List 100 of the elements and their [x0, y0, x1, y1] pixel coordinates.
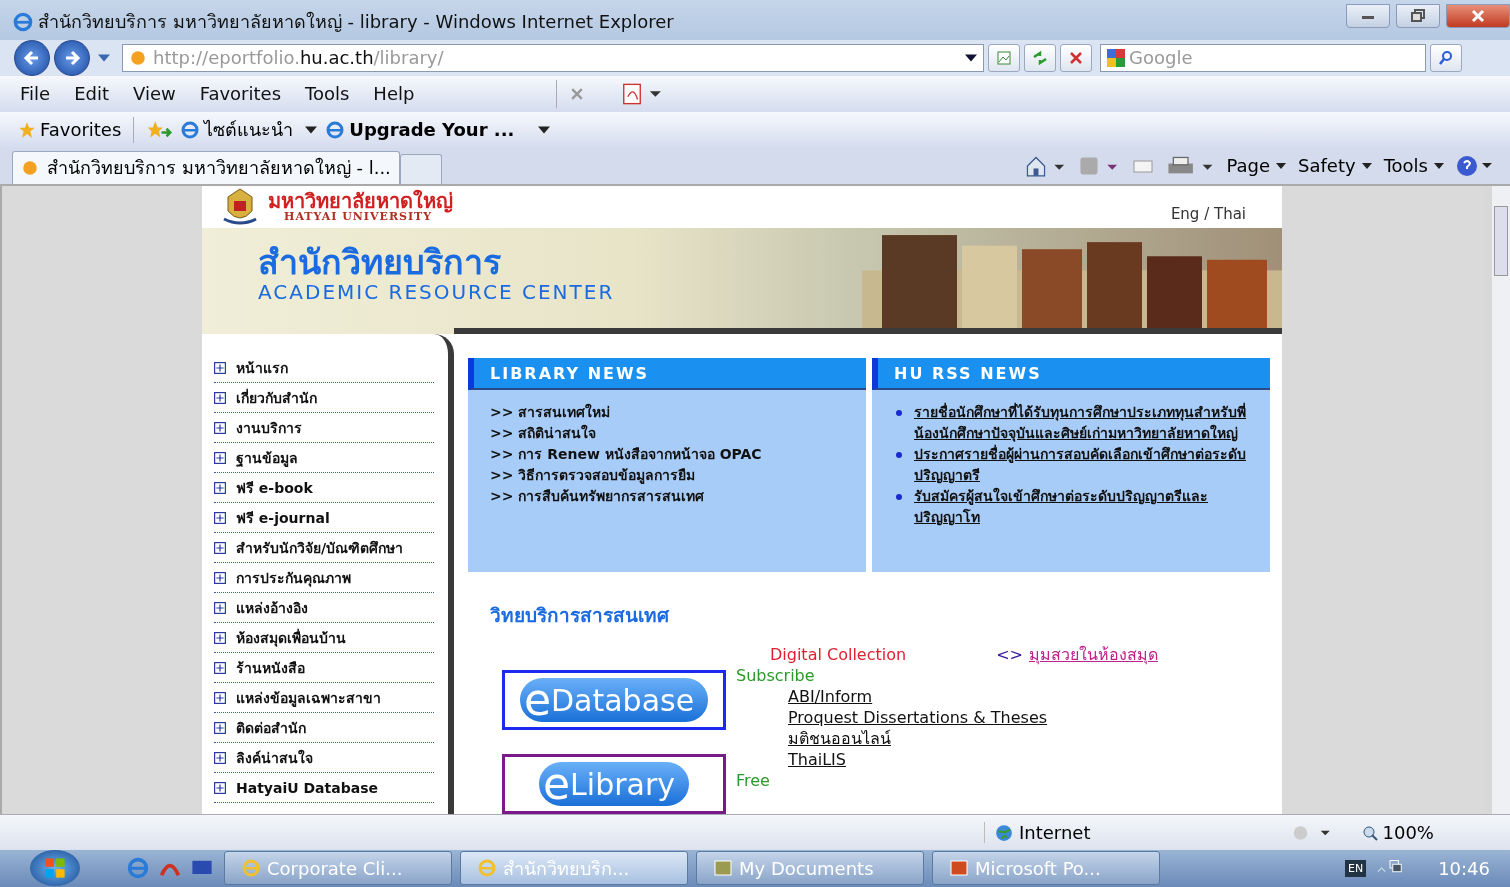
news-link[interactable]: >> การ Renew หนังสือจากหน้าจอ OPAC: [490, 444, 850, 466]
caret-icon: [305, 125, 318, 134]
favorites-bar-link[interactable]: ไซต์แนะนำ: [180, 115, 318, 145]
link-marker: <>: [996, 644, 1023, 666]
database-link[interactable]: ThaiLIS: [788, 749, 1158, 771]
news-link[interactable]: >> สารสนเทศใหม่: [490, 402, 850, 424]
compatibility-button[interactable]: [988, 43, 1020, 72]
collection-heading: Digital Collection: [770, 644, 907, 666]
plus-box-icon: [214, 722, 226, 735]
zone-indicator: Internet: [984, 822, 1091, 843]
search-icon: [1438, 49, 1454, 66]
sidebar-link[interactable]: ร้านหนังสือ: [214, 654, 434, 684]
search-field[interactable]: Google: [1100, 43, 1426, 72]
menu-item[interactable]: Help: [373, 83, 415, 105]
plus-box-icon: [214, 572, 226, 585]
site-icon: [129, 48, 147, 67]
plus-box-icon: [214, 542, 226, 555]
sidebar-link[interactable]: ติดต่อสำนัก: [214, 714, 434, 744]
magnifier-icon: [1362, 824, 1379, 841]
plus-box-icon: [214, 782, 226, 795]
sidebar-link[interactable]: แหล่งอ้างอิง: [214, 594, 434, 624]
close-button[interactable]: [1446, 4, 1510, 28]
database-link[interactable]: ABI/Inform: [788, 686, 1158, 708]
star-icon: [18, 120, 36, 139]
browser-e-icon: [241, 858, 261, 879]
menu-item[interactable]: File: [20, 83, 51, 105]
globe-icon: [995, 823, 1013, 842]
command-menu-button[interactable]: Page: [1226, 155, 1287, 177]
plus-box-icon: [214, 692, 226, 705]
plus-box-icon: [214, 512, 226, 525]
database-link[interactable]: มติชนออนไลน์: [788, 728, 1158, 750]
section-title: วิทยบริการสารสนเทศ: [490, 603, 671, 629]
forward-button[interactable]: [54, 39, 90, 76]
refresh-button[interactable]: [1024, 43, 1056, 72]
menu-item[interactable]: Favorites: [199, 83, 281, 105]
news-link[interactable]: รายชื่อนักศึกษาที่ได้รับทุนการศึกษาประเภททุนสำหรับพี่น้องนักศึกษาปัจจุบันและศิษย์เก่ามหาวิทยาลัยหาดใหญ่: [914, 402, 1254, 445]
zoom-button[interactable]: 100%: [1362, 822, 1434, 843]
command-menu-button[interactable]: Tools: [1383, 155, 1444, 177]
window-title: สำนักวิทยบริการ มหาวิทยาลัยหาดใหญ่ - library - Windows Internet Explorer: [38, 10, 674, 35]
browser-e-icon: [12, 10, 34, 33]
sidebar-link[interactable]: งานบริการ: [214, 414, 434, 444]
close-icon[interactable]: [571, 87, 584, 100]
minimize-button[interactable]: [1346, 4, 1390, 28]
bullet-icon: [896, 494, 902, 501]
sidebar-link[interactable]: การประกันคุณภาพ: [214, 564, 434, 594]
sidebar-link[interactable]: ห้องสมุดเพื่อนบ้าน: [214, 624, 434, 654]
add-favorite-icon[interactable]: [146, 119, 173, 140]
search-input[interactable]: Google: [1127, 46, 1401, 70]
dropdown-arrow-icon[interactable]: [965, 53, 977, 62]
search-provider-icon: [1105, 48, 1127, 67]
favorites-button[interactable]: Favorites: [18, 119, 122, 141]
news-link[interactable]: รับสมัครผู้สนใจเข้าศึกษาต่อระดับปริญญาตรีและปริญญาโท: [914, 486, 1254, 529]
plus-box-icon: [214, 362, 226, 375]
sidebar-link[interactable]: หน้าแรก: [214, 354, 434, 384]
address-field[interactable]: http://eportfolio.hu.ac.th/library/: [122, 43, 984, 72]
language-switch-link[interactable]: Eng / Thai: [1170, 204, 1246, 223]
menu-item[interactable]: View: [133, 83, 176, 105]
menu-item[interactable]: Edit: [74, 83, 109, 105]
plus-box-icon: [214, 452, 226, 465]
news-link[interactable]: >> วิธีการตรวจสอบข้อมูลการยืม: [490, 465, 850, 487]
university-name-thai: มหาวิทยาลัยหาดใหญ่: [268, 191, 453, 212]
stop-button[interactable]: [1060, 43, 1092, 72]
browser-tab[interactable]: สำนักวิทยบริการ มหาวิทยาลัยหาดใหญ่ - l...: [12, 150, 400, 184]
sidebar-link[interactable]: ฐานข้อมูล: [214, 444, 434, 474]
browser-e-icon: [477, 858, 497, 879]
database-link[interactable]: Proquest Dissertations & Theses: [788, 707, 1158, 729]
favorites-bar-link[interactable]: Upgrade Your ...: [325, 119, 551, 141]
bullet-icon: [896, 452, 902, 459]
news-link[interactable]: >> สถิติน่าสนใจ: [490, 423, 850, 445]
command-menu-button[interactable]: Safety: [1298, 155, 1372, 177]
sidebar-link[interactable]: ลิงค์น่าสนใจ: [214, 744, 434, 774]
sidebar-link[interactable]: ฟรี e-book: [214, 474, 434, 504]
restore-button[interactable]: [1396, 4, 1440, 28]
sidebar-link[interactable]: แหล่งข้อมูลเฉพาะสาขา: [214, 684, 434, 714]
corner-link[interactable]: มุมสวยในห้องสมุด: [1028, 644, 1158, 666]
sidebar-link[interactable]: HatyaiU Database: [214, 774, 434, 804]
language-indicator[interactable]: EN: [1344, 859, 1367, 877]
menu-item[interactable]: Tools: [305, 83, 350, 105]
start-button[interactable]: [30, 850, 80, 887]
stop-icon: [1068, 49, 1084, 66]
plus-box-icon: [214, 602, 226, 615]
free-label: Free: [736, 770, 771, 792]
panel-heading: LIBRARY NEWS: [468, 358, 866, 391]
presentation-icon: [949, 858, 969, 879]
banner-title-thai: สำนักวิทยบริการ: [258, 244, 502, 282]
plus-box-icon: [214, 662, 226, 675]
scrollbar[interactable]: [1492, 185, 1510, 815]
sidebar-link[interactable]: ฟรี e-journal: [214, 504, 434, 534]
back-button[interactable]: [14, 39, 50, 76]
sidebar-link[interactable]: สำหรับนักวิจัย/บัณฑิตศึกษา: [214, 534, 434, 564]
sidebar-link[interactable]: เกี่ยวกับสำนัก: [214, 384, 434, 414]
picture-icon: [996, 49, 1012, 66]
news-link[interactable]: ประกาศรายชื่อผู้ผ่านการสอบคัดเลือกเข้าศึกษาต่อระดับปริญญาตรี: [914, 444, 1254, 487]
bullet-icon: [896, 410, 902, 417]
browser-e-icon: [180, 119, 201, 140]
news-link[interactable]: >> การสืบค้นทรัพยากรสารสนเทศ: [490, 486, 850, 508]
close-icon: [1470, 9, 1486, 23]
search-button[interactable]: [1430, 43, 1462, 72]
plus-box-icon: [214, 422, 226, 435]
banner-title-english: ACADEMIC RESOURCE CENTER: [258, 281, 615, 304]
